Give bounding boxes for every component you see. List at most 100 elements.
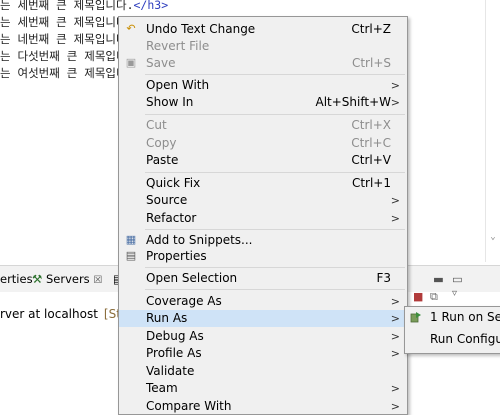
undo-icon: ↶ bbox=[126, 22, 136, 35]
code-text: 는 다섯번째 큰 제목입니 bbox=[0, 49, 127, 63]
menu-item-refactor[interactable]: Refactor > bbox=[119, 210, 407, 227]
menu-item-label: Team bbox=[146, 381, 178, 395]
menu-item-label: Open Selection bbox=[146, 271, 238, 285]
code-text: 는 네번째 큰 제목입니다 bbox=[0, 32, 127, 46]
menu-item-label: Cut bbox=[146, 118, 167, 132]
run-on-server-icon bbox=[410, 312, 421, 323]
close-icon[interactable]: ☒ bbox=[93, 275, 102, 286]
menu-item-cut[interactable]: Cut Ctrl+X bbox=[119, 117, 407, 134]
menu-item-coverage-as[interactable]: Coverage As > bbox=[119, 293, 407, 310]
menu-item-debug-as[interactable]: Debug As > bbox=[119, 328, 407, 345]
code-tag: </h3> bbox=[133, 0, 169, 12]
menu-separator bbox=[145, 289, 405, 290]
menu-item-paste[interactable]: Paste Ctrl+V bbox=[119, 152, 407, 169]
menu-item-shortcut: Ctrl+C bbox=[351, 136, 391, 150]
menu-item-open-selection[interactable]: Open Selection F3 bbox=[119, 270, 407, 287]
scroll-down-icon[interactable]: ⌄ bbox=[488, 232, 498, 242]
stop-icon[interactable]: ■ bbox=[413, 290, 423, 303]
menu-item-quick-fix[interactable]: Quick Fix Ctrl+1 bbox=[119, 175, 407, 192]
menu-item-open-with[interactable]: Open With > bbox=[119, 77, 407, 94]
code-text: 는 세번째 큰 제목입니다. bbox=[0, 15, 134, 29]
menu-item-label: Profile As bbox=[146, 346, 202, 360]
menu-item-shortcut: Alt+Shift+W bbox=[315, 95, 392, 109]
chevron-right-icon: > bbox=[390, 96, 400, 109]
menu-item-add-to-snippets[interactable]: ▦ Add to Snippets... bbox=[119, 232, 407, 249]
properties-icon: ▤ bbox=[125, 249, 137, 262]
menu-separator bbox=[145, 172, 405, 173]
code-line: 는 네번째 큰 제목입니다 bbox=[0, 31, 127, 48]
menu-item-validate[interactable]: Validate bbox=[119, 363, 407, 380]
menu-item-label: Add to Snippets... bbox=[146, 233, 253, 247]
menu-item-label: Copy bbox=[146, 136, 177, 150]
menu-separator bbox=[145, 74, 405, 75]
chevron-right-icon: > bbox=[390, 330, 400, 343]
tab-servers-label: Servers bbox=[45, 272, 90, 286]
menu-item-run-as[interactable]: Run As > bbox=[119, 310, 407, 327]
menu-item-properties[interactable]: ▤ Properties bbox=[119, 248, 407, 265]
menu-item-team[interactable]: Team > bbox=[119, 380, 407, 397]
menu-item-label: Source bbox=[146, 193, 188, 207]
menu-separator bbox=[145, 114, 405, 115]
menu-item-shortcut: Ctrl+S bbox=[351, 56, 391, 70]
menu-item-shortcut: Ctrl+1 bbox=[351, 176, 391, 190]
menu-item-label: Quick Fix bbox=[146, 176, 201, 190]
servers-icon: ⚒ bbox=[32, 272, 43, 286]
maximize-icon[interactable]: ▭ bbox=[452, 271, 463, 287]
code-text: 는 세번째 큰 제목입니다. bbox=[0, 0, 134, 12]
menu-item-label: Paste bbox=[146, 153, 179, 167]
menu-item-label: Run Configura bbox=[430, 332, 500, 346]
chevron-right-icon: > bbox=[390, 312, 400, 325]
code-text: 는 여섯번째 큰 제목입니 bbox=[0, 66, 127, 80]
menu-item-shortcut: F3 bbox=[376, 271, 391, 285]
code-line: 는 세번째 큰 제목입니다.</h3> bbox=[0, 0, 168, 14]
menu-separator bbox=[145, 267, 405, 268]
menu-item-run-on-server[interactable]: 1 Run on Serv bbox=[405, 309, 500, 326]
chevron-right-icon: > bbox=[390, 295, 400, 308]
menu-item-shortcut: Ctrl+V bbox=[351, 153, 391, 167]
menu-item-save[interactable]: ▣ Save Ctrl+S bbox=[119, 55, 407, 72]
menu-item-label: Properties bbox=[146, 249, 207, 263]
menu-item-label: Run As bbox=[146, 311, 188, 325]
menu-item-label: Compare With bbox=[146, 399, 232, 413]
menu-item-label: Show In bbox=[146, 95, 194, 109]
menu-item-label: Save bbox=[146, 56, 176, 70]
menu-item-copy[interactable]: Copy Ctrl+C bbox=[119, 135, 407, 152]
menu-item-label: Refactor bbox=[146, 211, 197, 225]
chevron-right-icon: > bbox=[390, 347, 400, 360]
menu-item-label: Validate bbox=[146, 364, 195, 378]
code-line: 는 다섯번째 큰 제목입니 bbox=[0, 48, 127, 65]
tab-servers[interactable]: ⚒ Servers ☒ bbox=[32, 271, 102, 289]
context-menu: ↶ Undo Text Change Ctrl+Z Revert File ▣ … bbox=[118, 16, 408, 415]
menu-item-label: Revert File bbox=[146, 39, 210, 53]
menu-item-profile-as[interactable]: Profile As > bbox=[119, 345, 407, 362]
menu-item-source[interactable]: Source > bbox=[119, 192, 407, 209]
menu-item-label: 1 Run on Serv bbox=[430, 310, 500, 324]
menu-item-label: Coverage As bbox=[146, 294, 222, 308]
menu-item-label: Debug As bbox=[146, 329, 204, 343]
save-icon: ▣ bbox=[125, 56, 137, 69]
minimize-icon[interactable]: ▬ bbox=[433, 271, 444, 287]
menu-item-label: Undo Text Change bbox=[146, 22, 256, 36]
chevron-right-icon: > bbox=[390, 79, 400, 92]
chevron-right-icon: > bbox=[390, 194, 400, 207]
tab-properties[interactable]: erties bbox=[0, 271, 33, 287]
menu-item-undo-text-change[interactable]: ↶ Undo Text Change Ctrl+Z bbox=[119, 21, 407, 38]
code-line: 는 여섯번째 큰 제목입니 bbox=[0, 65, 127, 82]
editor-vertical-scrollbar[interactable]: ⌄ bbox=[485, 0, 500, 262]
menu-item-compare-with[interactable]: Compare With > bbox=[119, 398, 407, 415]
menu-item-label: Open With bbox=[146, 78, 210, 92]
run-as-submenu: 1 Run on Serv Run Configura bbox=[404, 306, 500, 354]
menu-item-shortcut: Ctrl+X bbox=[351, 118, 391, 132]
snippets-icon: ▦ bbox=[125, 233, 137, 246]
chevron-right-icon: > bbox=[390, 400, 400, 413]
chevron-right-icon: > bbox=[390, 212, 400, 225]
view-menu-icon[interactable]: ▿ bbox=[452, 288, 457, 299]
menu-separator bbox=[145, 229, 405, 230]
chevron-right-icon: > bbox=[390, 382, 400, 395]
publish-icon[interactable]: ⧉ bbox=[430, 290, 438, 304]
menu-item-shortcut: Ctrl+Z bbox=[351, 22, 391, 36]
menu-item-show-in[interactable]: Show In Alt+Shift+W > bbox=[119, 94, 407, 111]
server-name: rver at localhost bbox=[0, 307, 98, 321]
menu-item-run-configurations[interactable]: Run Configura bbox=[405, 331, 500, 348]
menu-item-revert-file[interactable]: Revert File bbox=[119, 38, 407, 55]
